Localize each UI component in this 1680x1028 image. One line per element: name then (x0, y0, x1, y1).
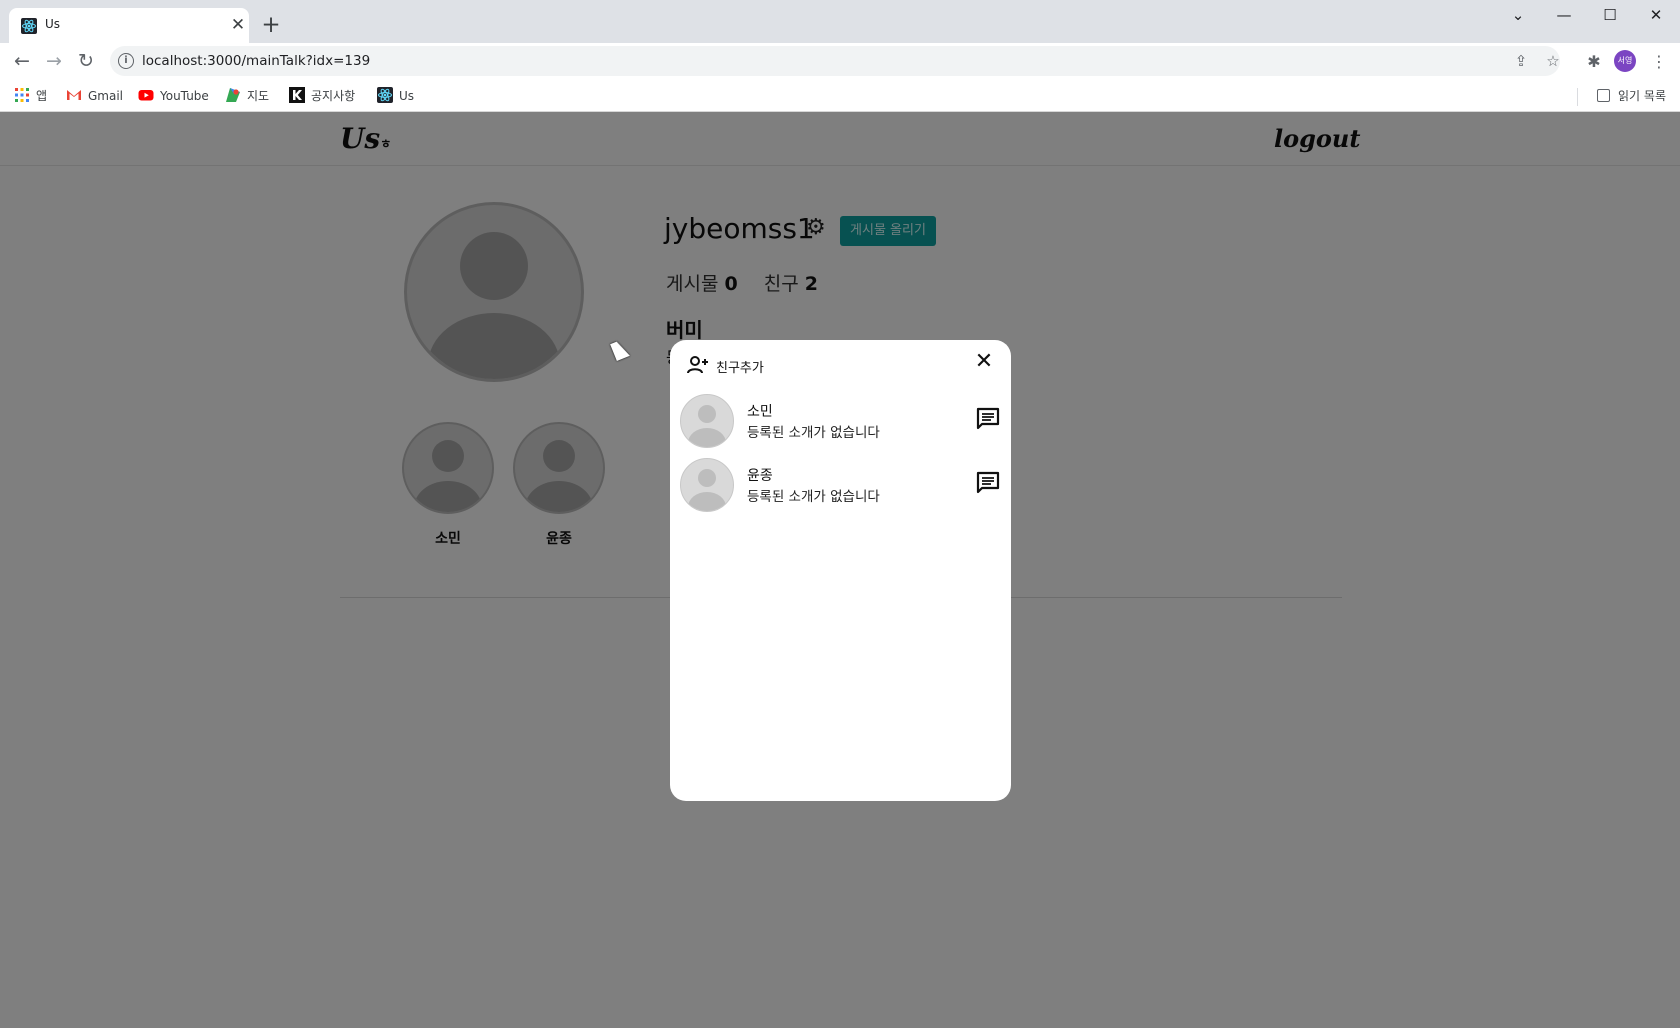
site-info-icon[interactable]: i (118, 53, 134, 69)
reading-list-button[interactable]: 읽기 목록 (1597, 86, 1666, 106)
add-friend-icon (687, 356, 708, 374)
new-tab-button[interactable]: + (258, 13, 284, 39)
bookmark-notice[interactable]: 공지사항 (289, 86, 355, 106)
menu-dots-icon[interactable]: ⋮ (1648, 51, 1670, 73)
modal-title: 친구추가 (716, 361, 764, 376)
forward-icon[interactable]: → (42, 49, 66, 73)
bookmark-label: 앱 (36, 89, 48, 103)
friend-list-item[interactable]: 소민 등록된 소개가 없습니다 (680, 394, 1000, 450)
minimize-icon[interactable]: — (1542, 4, 1586, 26)
friend-description: 등록된 소개가 없습니다 (747, 425, 880, 441)
bookmark-label: Us (399, 89, 415, 103)
friend-name: 소민 (747, 404, 773, 420)
friend-avatar (680, 458, 734, 512)
bookmark-maps[interactable]: 지도 (225, 86, 269, 106)
share-icon[interactable]: ⇪ (1511, 51, 1531, 71)
bookmark-apps[interactable]: 앱 (14, 86, 47, 106)
window-close-icon[interactable]: ✕ (1634, 4, 1678, 26)
chat-message-icon[interactable] (975, 406, 1001, 432)
react-favicon-icon (377, 87, 393, 103)
maps-icon (226, 88, 240, 102)
extensions-icon[interactable]: ✱ (1583, 51, 1605, 73)
add-friend-modal: 친구추가 ✕ 소민 등록된 소개가 없습니다 윤종 등록된 소개가 없습니다 (670, 340, 1011, 801)
maximize-icon[interactable]: ☐ (1588, 4, 1632, 26)
tab-search-icon[interactable]: ⌄ (1496, 4, 1540, 26)
bookmark-youtube[interactable]: YouTube (138, 86, 209, 106)
chat-message-icon[interactable] (975, 470, 1001, 496)
bookmark-gmail[interactable]: Gmail (66, 86, 123, 106)
address-bar[interactable]: i localhost:3000/mainTalk?idx=139 ⇪ ☆ (110, 46, 1560, 76)
user-silhouette-icon (688, 405, 726, 447)
reading-list-icon (1597, 89, 1611, 102)
youtube-icon (138, 90, 154, 101)
reading-list-label: 읽기 목록 (1618, 89, 1666, 103)
back-icon[interactable]: ← (10, 49, 34, 73)
user-silhouette-icon (688, 469, 726, 511)
browser-toolbar: ← → ↻ i localhost:3000/mainTalk?idx=139 … (0, 43, 1680, 79)
bookmark-label: 지도 (247, 89, 270, 103)
url-text: localhost:3000/mainTalk?idx=139 (142, 53, 371, 69)
bookmark-label: Gmail (88, 89, 124, 103)
browser-tab[interactable]: Us ✕ (9, 8, 249, 43)
reload-icon[interactable]: ↻ (74, 49, 98, 73)
close-tab-icon[interactable]: ✕ (228, 15, 248, 35)
bookmark-label: 공지사항 (311, 89, 356, 103)
react-favicon-icon (21, 18, 37, 34)
browser-tab-strip: Us ✕ + ⌄ — ☐ ✕ (0, 0, 1680, 43)
friend-name: 윤종 (747, 468, 773, 484)
notice-k-icon (289, 87, 305, 103)
gmail-icon (67, 90, 81, 100)
profile-avatar[interactable]: 서영 (1614, 50, 1636, 72)
bookmarks-bar: 앱 Gmail YouTube 지도 공지사항 Us 읽기 목록 (0, 79, 1680, 112)
bookmark-divider (1577, 88, 1578, 106)
close-icon[interactable]: ✕ (972, 350, 996, 374)
apps-grid-icon (15, 88, 29, 102)
bookmark-us[interactable]: Us (377, 86, 414, 106)
friend-list-item[interactable]: 윤종 등록된 소개가 없습니다 (680, 458, 1000, 514)
bookmark-label: YouTube (160, 89, 209, 103)
bookmark-star-icon[interactable]: ☆ (1543, 51, 1563, 71)
friend-description: 등록된 소개가 없습니다 (747, 489, 880, 505)
tab-title: Us (45, 17, 61, 31)
friend-avatar (680, 394, 734, 448)
